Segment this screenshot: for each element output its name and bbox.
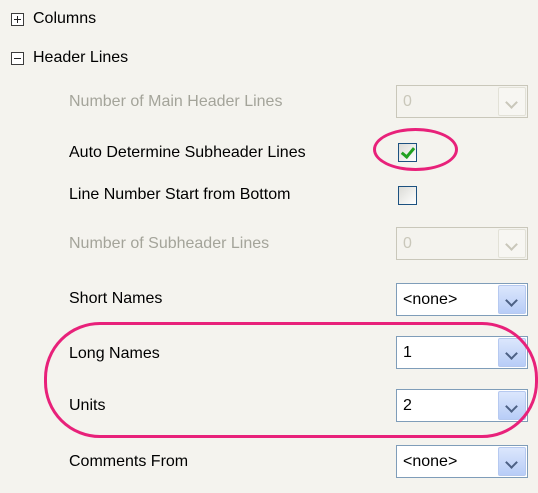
units-label: Units [69,397,106,414]
dropdown-arrow-icon[interactable] [498,285,526,314]
dropdown-arrow-icon [498,87,526,116]
line-number-bottom-checkbox[interactable] [398,186,417,205]
long-names-value: 1 [403,344,412,361]
expand-plus-icon[interactable] [11,12,24,26]
subheader-lines-select: 0 [396,227,528,260]
collapse-minus-icon[interactable] [11,51,24,65]
line-number-bottom-label: Line Number Start from Bottom [69,186,291,203]
comments-from-select[interactable]: <none> [396,445,528,478]
checkmark-icon [400,143,416,160]
short-names-label: Short Names [69,290,163,307]
tree-label-header-lines: Header Lines [33,49,129,66]
comments-from-label: Comments From [69,453,189,470]
auto-subheader-label: Auto Determine Subheader Lines [69,144,306,161]
main-header-lines-select: 0 [396,85,528,118]
tree-label-columns: Columns [33,10,97,27]
main-header-lines-value: 0 [403,93,412,110]
comments-from-value: <none> [403,453,458,470]
main-header-lines-label: Number of Main Header Lines [69,93,283,110]
dropdown-arrow-icon[interactable] [498,338,526,367]
subheader-lines-label: Number of Subheader Lines [69,235,270,252]
tree-node-columns[interactable]: Columns [11,7,96,31]
tree-node-header-lines[interactable]: Header Lines [11,46,128,70]
long-names-label: Long Names [69,345,160,362]
subheader-lines-value: 0 [403,235,412,252]
units-select[interactable]: 2 [396,389,528,422]
units-value: 2 [403,397,412,414]
auto-subheader-checkbox[interactable] [398,143,417,162]
dropdown-arrow-icon[interactable] [498,447,526,476]
long-names-select[interactable]: 1 [396,336,528,369]
short-names-value: <none> [403,291,458,308]
import-options-panel: Columns Header Lines Number of Main Head… [0,0,538,493]
dropdown-arrow-icon [498,229,526,258]
dropdown-arrow-icon[interactable] [498,391,526,420]
short-names-select[interactable]: <none> [396,283,528,316]
